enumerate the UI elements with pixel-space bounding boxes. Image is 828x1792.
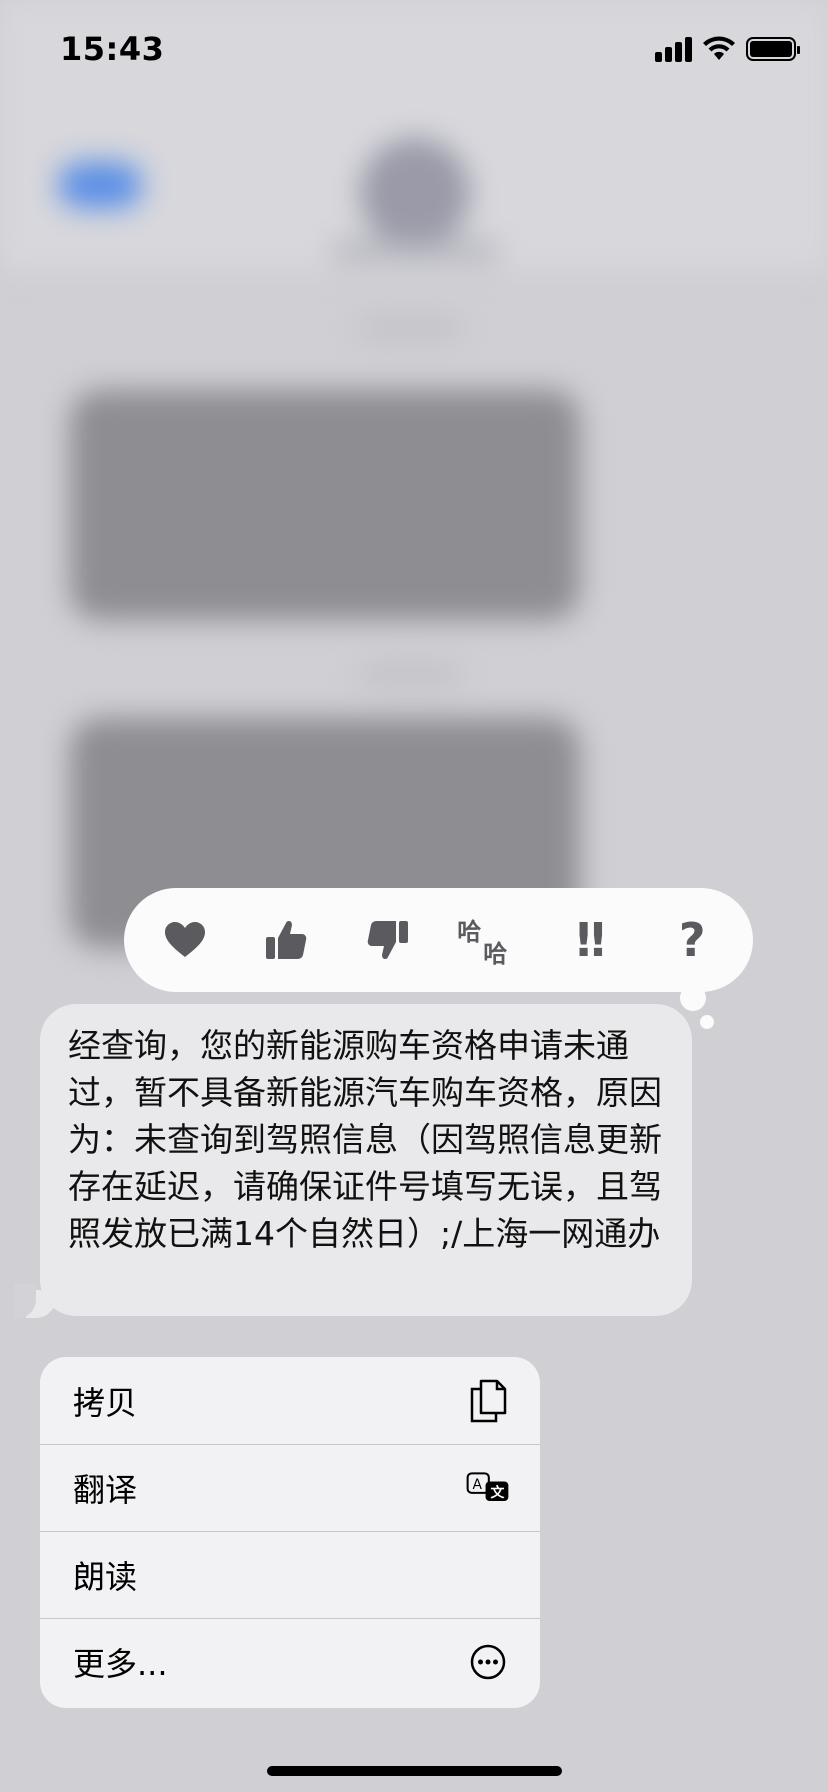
- exclamation-icon[interactable]: ‼: [559, 908, 623, 972]
- home-indicator[interactable]: [267, 1766, 562, 1776]
- status-bar: 15:43: [0, 0, 828, 100]
- blurred-avatar: [360, 138, 470, 248]
- message-text: 经查询，您的新能源购车资格申请未通过，暂不具备新能源汽车购车资格，原因为：未查询…: [68, 1026, 662, 1253]
- tapback-reaction-bar: 哈 哈 ‼ ?: [124, 888, 753, 992]
- more-label: 更多...: [73, 1645, 168, 1683]
- speak-menu-item[interactable]: 朗读: [40, 1531, 540, 1618]
- exclamation-glyph: ‼: [576, 913, 606, 967]
- blurred-contact-name: [330, 240, 500, 262]
- heart-icon[interactable]: [153, 908, 217, 972]
- thumbs-up-icon[interactable]: [254, 908, 318, 972]
- reaction-bar-tail-dot: [700, 1015, 714, 1029]
- copy-label: 拷贝: [73, 1383, 138, 1422]
- copy-menu-item[interactable]: 拷贝: [40, 1357, 540, 1444]
- battery-icon: [746, 37, 800, 61]
- blurred-message-bubble: [70, 390, 580, 620]
- context-menu: 拷贝 翻译 A 文 朗读 更多...: [40, 1357, 540, 1708]
- more-ellipsis-icon: [466, 1640, 510, 1684]
- thumbs-down-icon[interactable]: [356, 908, 420, 972]
- question-icon[interactable]: ?: [660, 908, 724, 972]
- copy-icon: [466, 1379, 510, 1423]
- blurred-timestamp: [360, 320, 460, 336]
- translate-label: 翻译: [73, 1471, 138, 1509]
- status-icons: [655, 36, 800, 62]
- wifi-icon: [703, 36, 735, 60]
- haha-char: 哈: [483, 940, 508, 968]
- svg-text:A: A: [473, 1477, 483, 1493]
- haha-icon[interactable]: 哈 哈: [457, 908, 521, 972]
- cellular-signal-icon: [655, 36, 692, 62]
- blurred-timestamp: [360, 666, 460, 682]
- svg-text:文: 文: [490, 1484, 504, 1501]
- speak-label: 朗读: [73, 1558, 138, 1596]
- reaction-bar-tail-dot: [680, 985, 706, 1011]
- haha-char: 哈: [457, 918, 482, 946]
- translate-icon: A 文: [466, 1466, 510, 1510]
- translate-menu-item[interactable]: 翻译 A 文: [40, 1444, 540, 1531]
- more-menu-item[interactable]: 更多...: [40, 1618, 540, 1705]
- message-bubble[interactable]: 经查询，您的新能源购车资格申请未通过，暂不具备新能源汽车购车资格，原因为：未查询…: [40, 1004, 692, 1316]
- blurred-back-button: [58, 162, 142, 208]
- status-time: 15:43: [60, 30, 165, 68]
- question-glyph: ?: [678, 913, 706, 967]
